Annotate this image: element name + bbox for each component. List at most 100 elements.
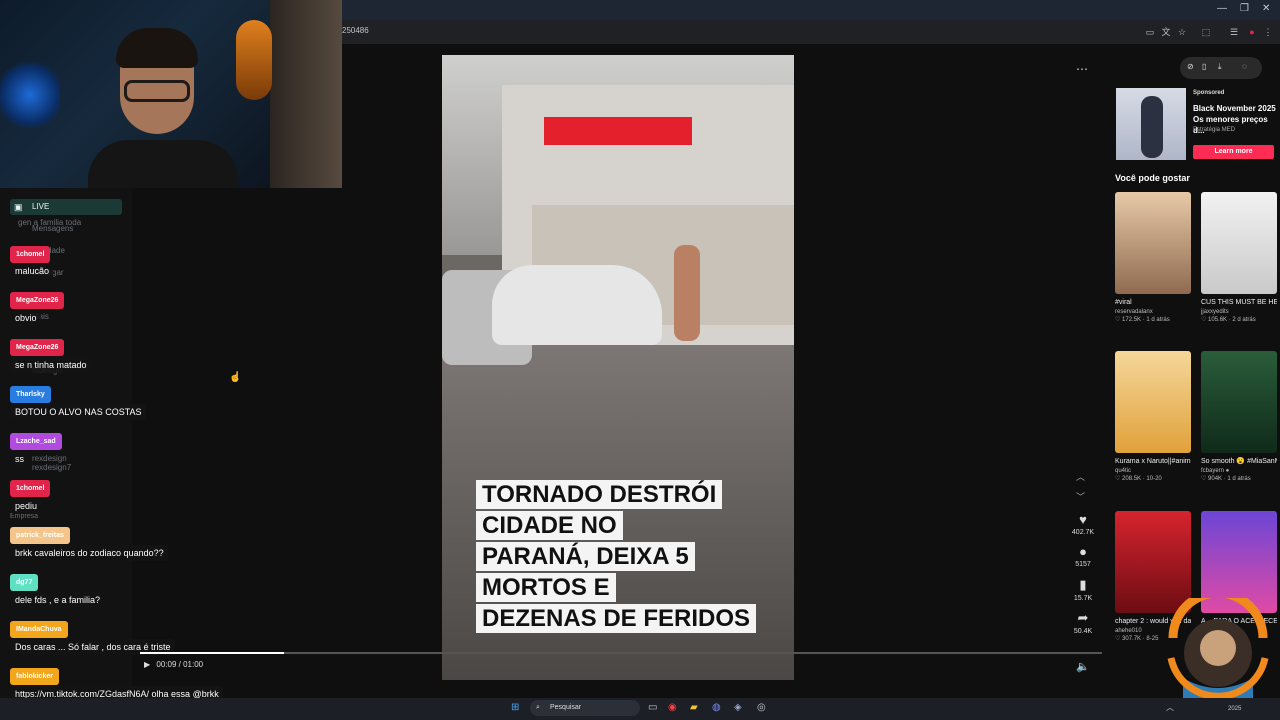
video-progress-bar[interactable] — [140, 652, 1102, 654]
clock-year: 2025 — [1228, 706, 1242, 712]
refresh-icon[interactable]: ◌ — [1242, 62, 1247, 71]
caption-line: PARANÁ, DEIXA 5 MORTOS E — [476, 542, 695, 602]
webcam-body — [88, 140, 238, 188]
cast-icon[interactable]: ▭ — [1144, 26, 1156, 38]
ad-thumbnail-person — [1141, 96, 1163, 158]
share-count: 50.4K — [1073, 628, 1093, 635]
discord-icon[interactable]: ◍ — [712, 702, 721, 713]
bookmark-icon: ▮ — [1079, 577, 1087, 592]
learn-more-button[interactable]: Learn more — [1193, 145, 1274, 159]
streamer-webcam — [0, 0, 342, 188]
steam-icon[interactable]: ◈ — [734, 702, 742, 713]
download-icon[interactable]: ⤓ — [1218, 62, 1222, 72]
suggestion-stats: ♡ 105.6K · 2 d atrás — [1201, 317, 1256, 323]
suggestion-card[interactable]: Kurama x Naruto||#animeedit...qu4tic ♡ 20… — [1115, 351, 1191, 482]
suggestion-stats: ♡ 172.5K · 1 d atrás — [1115, 317, 1170, 323]
windows-start-icon[interactable]: ⊞ — [511, 702, 519, 713]
playback-row: ▶ 00:09 / 01:00 — [144, 660, 203, 669]
mouse-cursor-icon: ☝ — [229, 372, 242, 383]
like-button[interactable]: ♥ 402.7K — [1066, 512, 1100, 536]
chat-message: ss — [11, 451, 28, 467]
like-count: 402.7K — [1071, 529, 1095, 536]
comment-button[interactable]: ● 5157 — [1066, 544, 1100, 568]
video-progress-fill — [140, 652, 285, 654]
task-view-icon[interactable]: ▭ — [648, 702, 657, 713]
live-label: LIVE — [32, 202, 50, 211]
sidebar-toolbar: ⊘ ▯ ⤓ ◌ — [1180, 57, 1262, 79]
chat-message: obvio — [11, 310, 41, 326]
share-button[interactable]: ➦ 50.4K — [1066, 610, 1100, 635]
suggestion-title[interactable]: CUS THIS MUST BE HEAVEN #hxhedit... — [1201, 298, 1277, 308]
kebab-icon[interactable]: ⋮ — [1262, 26, 1274, 38]
webcam-wall — [270, 0, 342, 188]
video-caption: TORNADO DESTRÓI CIDADE NO PARANÁ, DEIXA … — [476, 479, 762, 634]
suggestion-author[interactable]: fcbayern ● — [1201, 468, 1277, 474]
ghost-name: Empresa — [10, 513, 39, 520]
streamer-logo — [1167, 598, 1269, 698]
minimize-icon[interactable]: — — [1217, 3, 1227, 14]
chat-username: Tharlsky — [10, 386, 51, 403]
obs-icon[interactable]: ◎ — [757, 702, 766, 713]
video-person — [674, 245, 700, 341]
suggestion-thumbnail[interactable] — [1201, 192, 1277, 294]
taskbar-search[interactable]: ⌕ Pesquisar — [530, 700, 640, 716]
suggestion-card[interactable]: CUS THIS MUST BE HEAVEN #hxhedit...jjaxx… — [1201, 192, 1277, 323]
windows-taskbar — [0, 698, 1280, 720]
maximize-icon[interactable]: ❐ — [1240, 3, 1249, 14]
chat-username: MegaZone26 — [10, 292, 65, 309]
comment-icon: ● — [1079, 544, 1087, 559]
close-icon[interactable]: ✕ — [1262, 3, 1270, 14]
suggestion-title[interactable]: So smooth 😮 #MiaSanMia... — [1201, 457, 1277, 467]
chat-username: dg77 — [10, 574, 39, 591]
chat-username: IMandaChuva — [10, 621, 68, 638]
bookmark-button[interactable]: ▮ 15.7K — [1066, 577, 1100, 602]
chat-message: dele fds , e a familia? — [11, 592, 105, 608]
taskbar-search-label: Pesquisar — [550, 704, 582, 711]
share-icon: ➦ — [1077, 610, 1089, 625]
chat-message: se n tinha matado — [11, 357, 91, 373]
more-icon[interactable]: ⋯ — [1076, 62, 1088, 76]
suggestion-thumbnail[interactable] — [1115, 192, 1191, 294]
suggestion-author[interactable]: jjaxxyedits — [1201, 309, 1277, 315]
previous-video-icon[interactable]: ︿ — [1076, 470, 1085, 483]
chat-message: brkk cavaleiros do zodiaco quando?? — [11, 545, 168, 561]
live-nav-item[interactable]: ▣ LIVE — [10, 199, 122, 215]
play-icon[interactable]: ▶ — [144, 660, 150, 669]
chat-message: BOTOU O ALVO NAS COSTAS — [11, 404, 146, 420]
chat-username: fablokicker — [10, 668, 59, 685]
sponsored-label: Sponsored — [1193, 90, 1225, 96]
chrome-icon[interactable]: ◉ — [668, 702, 677, 713]
next-video-icon[interactable]: ﹀ — [1076, 490, 1085, 503]
chat-username: MegaZone26 — [10, 339, 65, 356]
search-icon: ⌕ — [536, 704, 540, 711]
block-icon[interactable]: ⊘ — [1187, 62, 1194, 71]
device-icon[interactable]: ▯ — [1202, 62, 1206, 71]
suggestion-stats: ♡ 904K · 1 d atrás — [1201, 476, 1251, 482]
chat-message: malucão — [11, 263, 54, 279]
suggestion-title[interactable]: Kurama x Naruto||#animeedit... — [1115, 457, 1191, 467]
suggestion-card[interactable]: #viral reservadalanx ♡ 172.5K · 1 d atrás — [1115, 192, 1191, 323]
menu-icon[interactable]: ☰ — [1228, 26, 1240, 38]
webcam-chair — [236, 20, 272, 100]
extensions-icon[interactable]: ⬚ — [1200, 26, 1212, 38]
star-icon[interactable]: ☆ — [1176, 26, 1188, 38]
suggestion-author[interactable]: reservadalanx — [1115, 309, 1191, 315]
suggestion-author[interactable]: qu4tic — [1115, 468, 1191, 474]
suggestion-thumbnail[interactable] — [1115, 351, 1191, 453]
video-time: 00:09 / 01:00 — [156, 660, 204, 669]
file-explorer-icon[interactable]: ▰ — [690, 702, 698, 713]
caption-line: TORNADO DESTRÓI CIDADE NO — [476, 480, 723, 540]
tray-chevron-icon[interactable]: ︿ — [1166, 702, 1174, 713]
url-text: 250486 — [342, 26, 369, 35]
suggestion-thumbnail[interactable] — [1201, 351, 1277, 453]
chat-username: Lzache_sad — [10, 433, 62, 450]
volume-icon[interactable]: 🔈 — [1076, 660, 1090, 673]
chat-username: 1chomel — [10, 480, 51, 497]
suggestion-card[interactable]: So smooth 😮 #MiaSanMia...fcbayern ● ♡ 904… — [1201, 351, 1277, 482]
webcam-backlight — [0, 60, 60, 130]
suggestion-title[interactable]: #viral — [1115, 298, 1191, 308]
ghost-name: rexdesign7 — [32, 463, 72, 472]
profile-icon[interactable]: ● — [1246, 26, 1258, 38]
translate-icon[interactable]: 文 — [1160, 26, 1172, 38]
video-red-banner — [544, 117, 692, 145]
